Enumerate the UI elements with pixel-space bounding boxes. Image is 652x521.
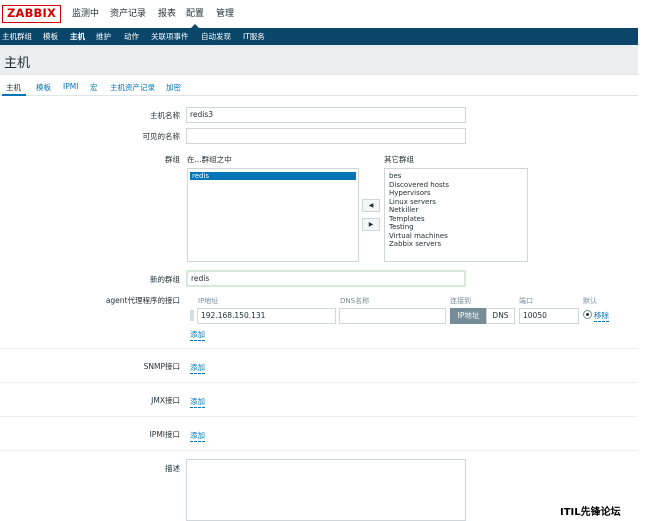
tab-ipmi[interactable]: IPMI: [63, 82, 78, 91]
groups-label: 群组: [165, 155, 180, 164]
menu-inventory[interactable]: 资产记录: [110, 0, 146, 28]
agent-port-input[interactable]: 10050: [519, 308, 579, 324]
description-label: 描述: [165, 464, 180, 473]
in-groups-label: 在...群组之中: [187, 155, 232, 164]
zabbix-logo[interactable]: ZABBIX: [2, 5, 61, 23]
col-ip-address: IP地址: [198, 297, 219, 305]
other-groups-label: 其它群组: [384, 155, 414, 164]
list-item[interactable]: Zabbix servers: [389, 240, 441, 248]
active-tab-indicator: [2, 94, 26, 96]
drag-handle-icon[interactable]: [190, 310, 194, 321]
divider: [0, 348, 638, 349]
visible-name-input[interactable]: [186, 128, 466, 144]
add-ipmi-interface-link[interactable]: 添加: [190, 431, 205, 442]
tab-host-inventory[interactable]: 主机资产记录: [110, 82, 155, 93]
submenu-hosts[interactable]: 主机: [70, 28, 85, 45]
host-name-input[interactable]: redis3: [186, 107, 466, 123]
submenu-maintenance[interactable]: 维护: [96, 28, 111, 45]
add-agent-interface-link[interactable]: 添加: [190, 330, 205, 341]
list-item[interactable]: bes: [389, 172, 401, 180]
tab-encryption[interactable]: 加密: [166, 82, 181, 93]
divider: [0, 450, 638, 451]
tab-templates[interactable]: 模板: [36, 82, 51, 93]
tab-macros[interactable]: 宏: [90, 82, 98, 93]
in-groups-list[interactable]: redis: [187, 168, 359, 262]
page-title: 主机: [4, 56, 31, 71]
agent-dns-input[interactable]: [339, 308, 446, 324]
menu-administration[interactable]: 管理: [216, 0, 234, 28]
submenu-it-services[interactable]: IT服务: [243, 28, 265, 45]
connect-ip-button[interactable]: IP地址: [450, 308, 487, 324]
list-item[interactable]: Testing: [389, 223, 414, 231]
list-item[interactable]: Virtual machines: [389, 232, 448, 240]
ipmi-interfaces-label: IPMI接口: [149, 430, 180, 439]
arrow-right-icon: ▶: [368, 221, 374, 228]
col-dns-name: DNS名称: [340, 297, 370, 305]
submenu-actions[interactable]: 动作: [124, 28, 139, 45]
host-name-label: 主机名称: [150, 111, 180, 120]
other-groups-list[interactable]: bes Discovered hosts Hypervisors Linux s…: [384, 168, 528, 262]
submenu-discovery[interactable]: 自动发现: [201, 28, 231, 45]
list-item[interactable]: Templates: [389, 215, 425, 223]
title-bar: 主机: [0, 45, 638, 75]
jmx-interfaces-label: JMX接口: [151, 396, 180, 405]
visible-name-label: 可见的名称: [142, 132, 181, 141]
divider: [0, 416, 638, 417]
agent-interfaces-label: agent代理程序的接口: [105, 296, 180, 305]
new-group-input[interactable]: redis: [186, 270, 466, 287]
description-textarea[interactable]: [186, 459, 466, 521]
add-jmx-interface-link[interactable]: 添加: [190, 397, 205, 408]
connect-dns-button[interactable]: DNS: [486, 308, 515, 324]
snmp-interfaces-label: SNMP接口: [143, 362, 180, 371]
list-item[interactable]: Netkiller: [389, 206, 418, 214]
col-default: 默认: [583, 297, 597, 305]
submenu-templates[interactable]: 模板: [43, 28, 58, 45]
tab-host[interactable]: 主机: [6, 82, 21, 93]
menu-configuration[interactable]: 配置: [186, 0, 204, 28]
new-group-label: 新的群组: [150, 275, 180, 284]
list-item[interactable]: Discovered hosts: [389, 181, 449, 189]
submenu-host-groups[interactable]: 主机群组: [2, 28, 32, 45]
submenu-correlation[interactable]: 关联项事件: [151, 28, 189, 45]
menu-monitoring[interactable]: 监测中: [72, 0, 99, 28]
list-item[interactable]: redis: [190, 172, 356, 181]
divider: [0, 382, 638, 383]
add-snmp-interface-link[interactable]: 添加: [190, 363, 205, 374]
list-item[interactable]: Hypervisors: [389, 189, 431, 197]
remove-interface-link[interactable]: 移除: [594, 311, 609, 322]
col-connect-to: 连接到: [450, 297, 471, 305]
arrow-left-icon: ◀: [368, 202, 374, 209]
menu-reports[interactable]: 报表: [158, 0, 176, 28]
move-left-button[interactable]: ◀: [362, 199, 380, 212]
move-right-button[interactable]: ▶: [362, 218, 380, 231]
agent-ip-input[interactable]: 192.168.150.131: [197, 308, 336, 324]
col-port: 端口: [519, 297, 533, 305]
top-navigation: ZABBIX 监测中 资产记录 报表 配置 管理: [0, 0, 638, 28]
watermark: ITIL先锋论坛: [560, 507, 621, 518]
list-item[interactable]: Linux servers: [389, 198, 436, 206]
sub-navigation: 主机群组 模板 主机 维护 动作 关联项事件 自动发现 IT服务: [0, 28, 638, 45]
form-tabs: 主机 模板 IPMI 宏 主机资产记录 加密: [0, 80, 638, 96]
default-radio[interactable]: [583, 310, 592, 319]
